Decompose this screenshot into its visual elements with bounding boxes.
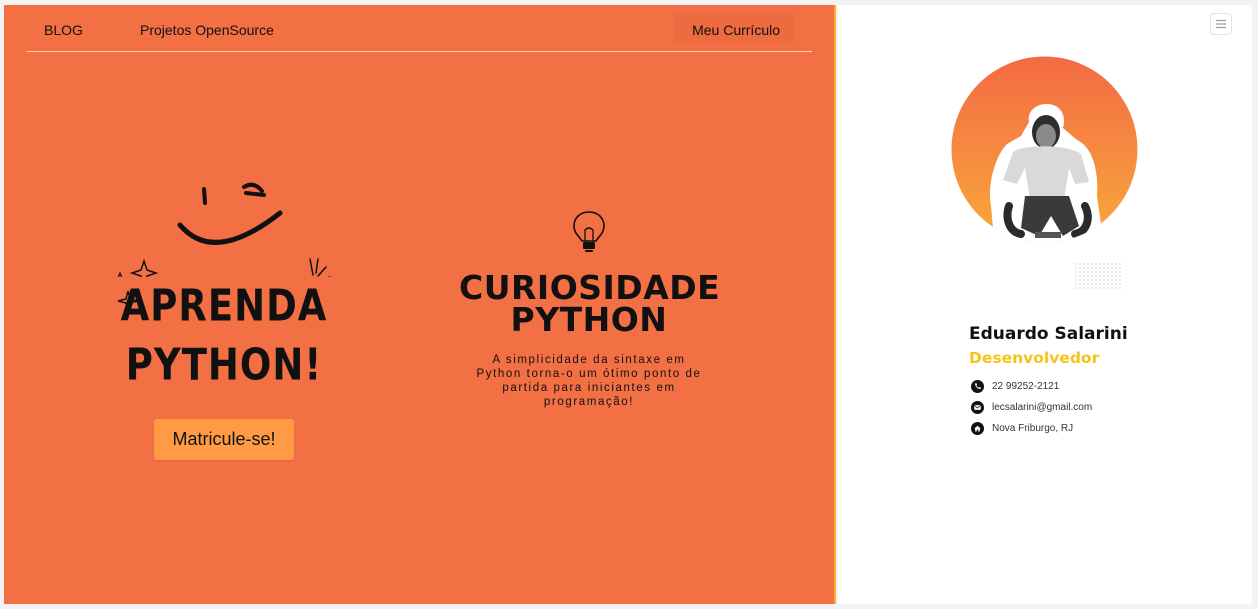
curiosity-title: CURIOSIDADE PYTHON: [459, 268, 721, 339]
nav-link-projects[interactable]: Projetos OpenSource: [140, 22, 274, 38]
contact-email: lecsalarini@gmail.com: [971, 400, 1092, 414]
email-icon: [971, 400, 984, 414]
profile-name: Eduardo Salarini: [969, 324, 1128, 344]
phone-icon: [971, 379, 984, 393]
page: BLOG Projetos OpenSource Meu Currículo A…: [4, 5, 1252, 604]
nav-link-blog[interactable]: BLOG: [44, 22, 83, 38]
profile-sidebar: Eduardo Salarini Desenvolvedor 22 99252-…: [838, 5, 1252, 604]
winking-smiley-icon: [117, 182, 331, 277]
main-panel: BLOG Projetos OpenSource Meu Currículo A…: [4, 5, 836, 604]
lightbulb-icon: [573, 211, 605, 252]
learn-python-graphic: APRENDA PYTHON!: [104, 177, 344, 390]
curiosity-text: A simplicidade da sintaxe em Python torn…: [476, 354, 702, 408]
top-navigation: BLOG Projetos OpenSource Meu Currículo: [26, 5, 812, 52]
menu-button[interactable]: [1210, 13, 1232, 35]
location-text: Nova Friburgo, RJ: [992, 422, 1074, 434]
profile-photo: [951, 56, 1138, 243]
contact-location: Nova Friburgo, RJ: [971, 421, 1073, 435]
avatar: [951, 56, 1138, 243]
email-text[interactable]: lecsalarini@gmail.com: [992, 402, 1092, 413]
decorative-dot-grid: [1075, 263, 1123, 291]
hamburger-menu-icon: [1216, 19, 1226, 29]
python-curiosity-card: CURIOSIDADE PYTHON A simplicidade da sin…: [459, 210, 721, 420]
enroll-button[interactable]: Matricule-se!: [154, 419, 294, 460]
phone-text: 22 99252-2121: [992, 380, 1060, 392]
profile-role: Desenvolvedor: [969, 349, 1100, 367]
contact-phone: 22 99252-2121: [971, 379, 1059, 393]
home-icon: [971, 421, 984, 435]
nav-link-resume[interactable]: Meu Currículo: [692, 22, 780, 38]
learn-python-headline: APRENDA PYTHON!: [120, 280, 328, 391]
